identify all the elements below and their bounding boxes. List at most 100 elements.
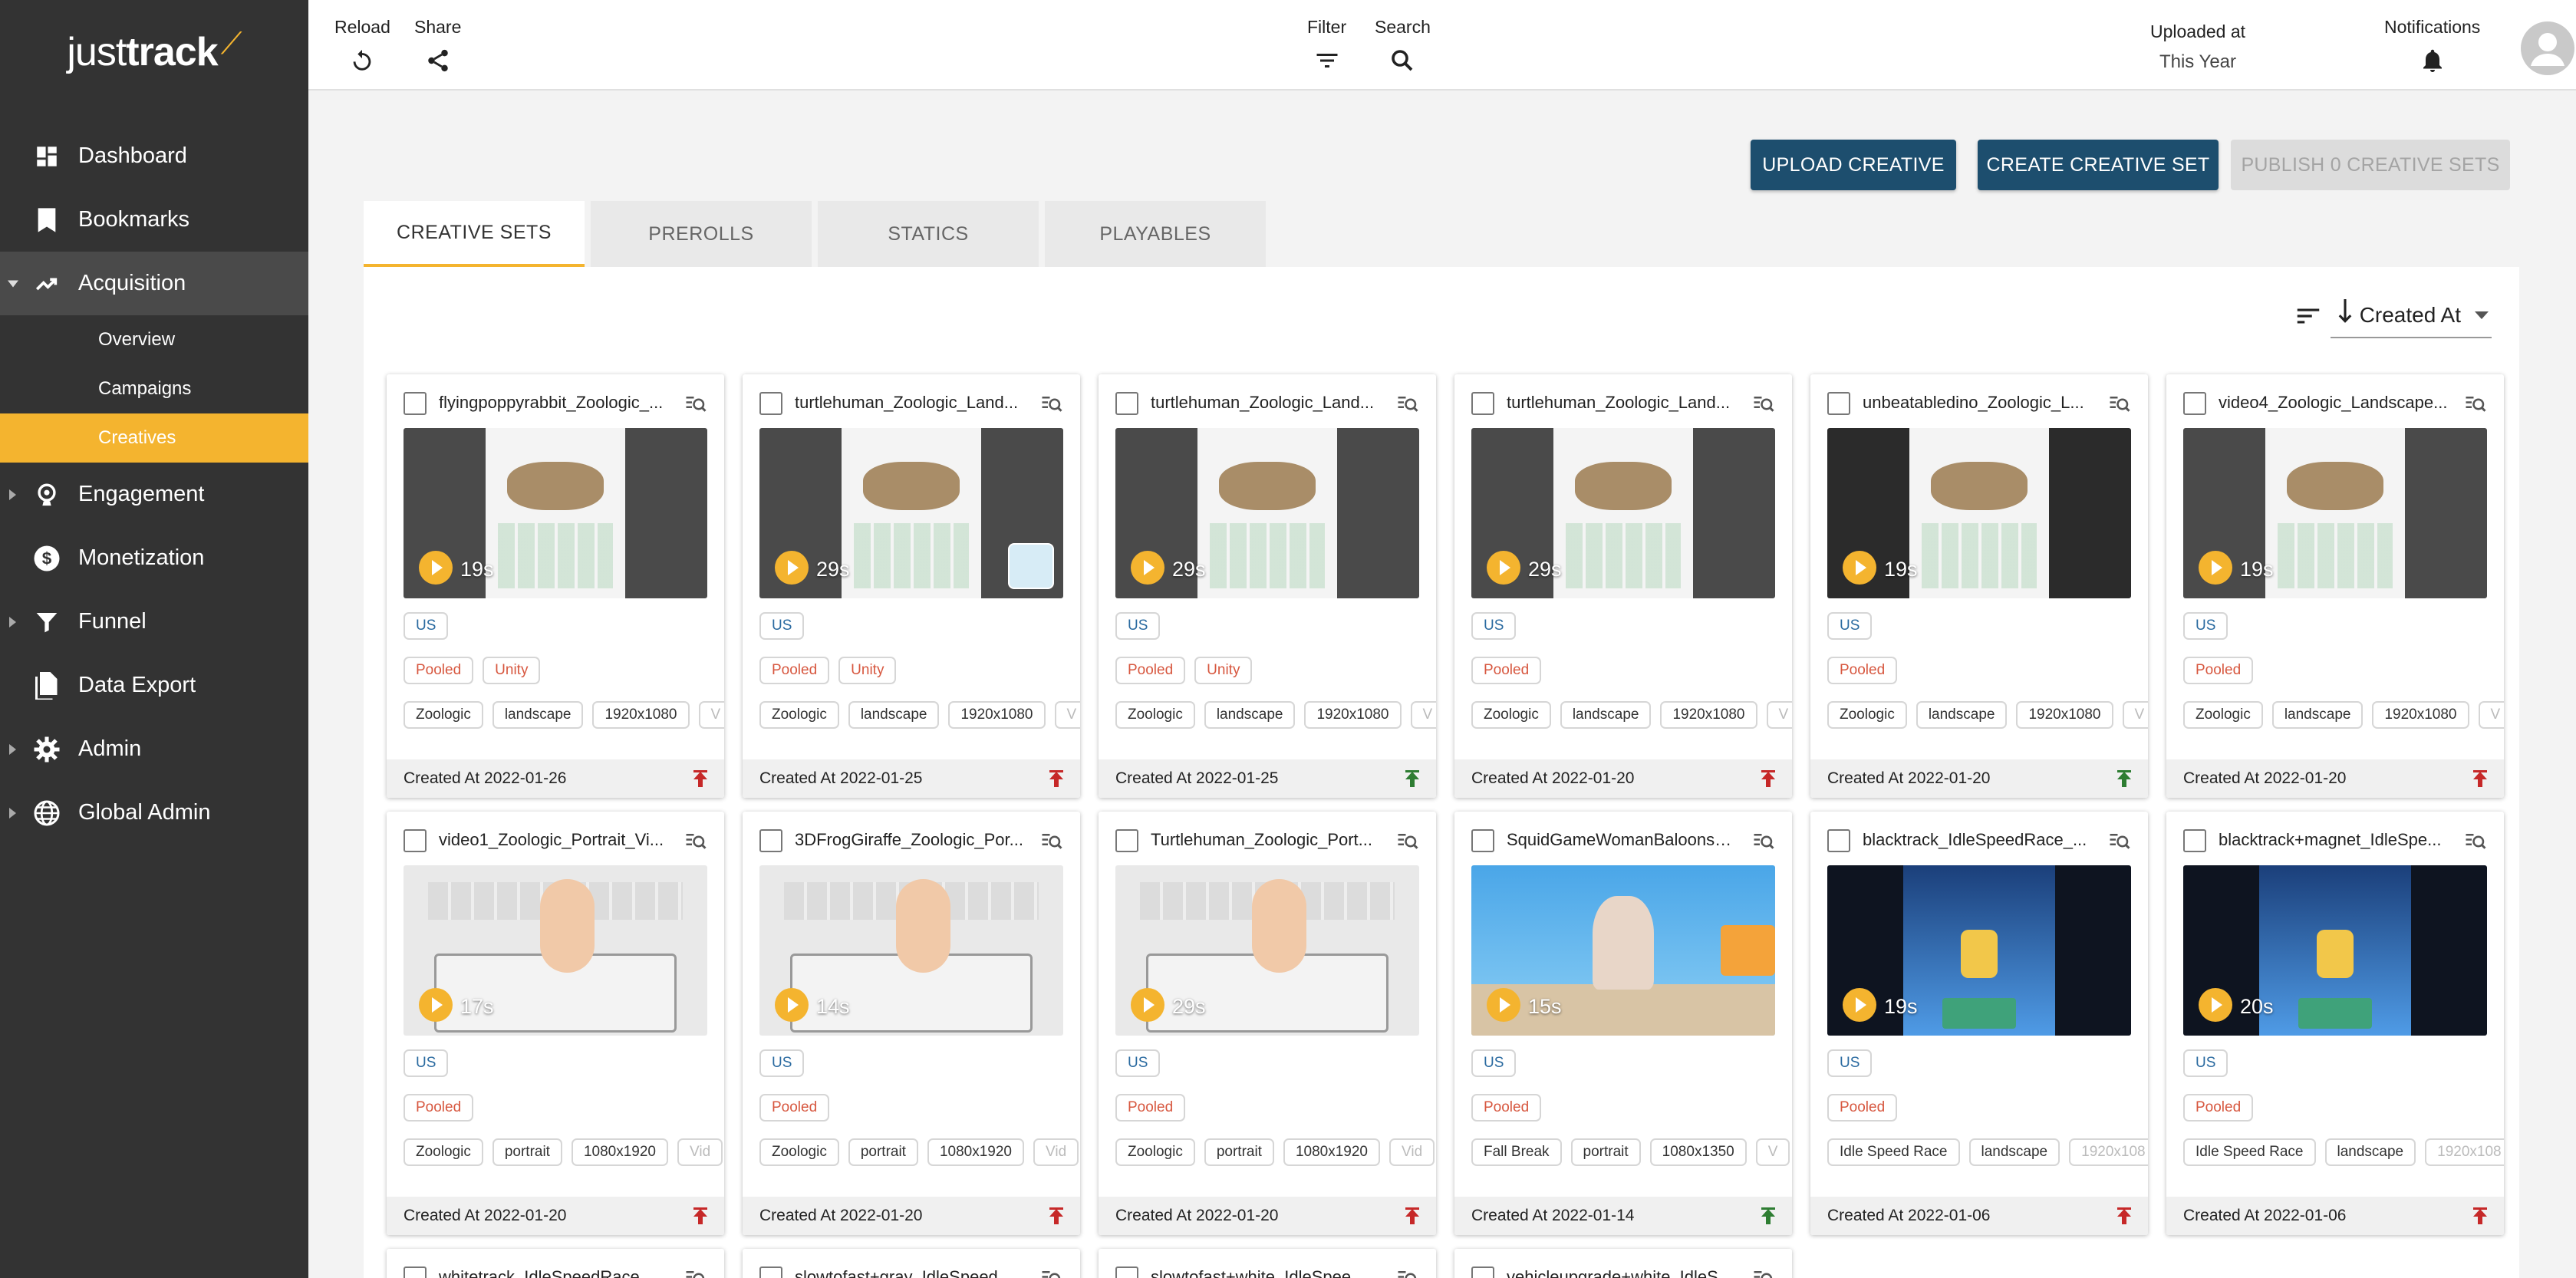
justtrack-logo[interactable]: just track ⟋ [0, 0, 308, 104]
select-checkbox[interactable] [759, 392, 782, 415]
play-icon[interactable] [1487, 551, 1520, 585]
create-creative-set-button[interactable]: CREATE CREATIVE SET [1978, 140, 2219, 190]
uploaded-at-filter[interactable]: Uploaded at This Year [2148, 21, 2248, 73]
select-checkbox[interactable] [404, 829, 427, 852]
play-icon[interactable] [419, 551, 453, 585]
select-checkbox[interactable] [2183, 392, 2206, 415]
play-icon[interactable] [775, 988, 809, 1022]
creative-set-card[interactable]: video1_Zoologic_Portrait_Vi... 17s US Poole… [387, 812, 724, 1235]
zoom-in-icon[interactable] [684, 830, 707, 853]
select-checkbox[interactable] [1827, 392, 1850, 415]
zoom-in-icon[interactable] [1040, 830, 1063, 853]
play-icon[interactable] [2199, 988, 2232, 1022]
play-icon[interactable] [1131, 988, 1164, 1022]
zoom-in-icon[interactable] [1396, 393, 1419, 416]
play-icon[interactable] [419, 988, 453, 1022]
select-checkbox[interactable] [1471, 392, 1494, 415]
creative-set-card[interactable]: Turtlehuman_Zoologic_Port... 29s US Pooled Z… [1099, 812, 1436, 1235]
notifications-button[interactable]: Notifications [2384, 17, 2480, 76]
select-checkbox[interactable] [1115, 1266, 1138, 1278]
zoom-in-icon[interactable] [2464, 393, 2487, 416]
video-thumbnail[interactable]: 14s [759, 865, 1063, 1036]
zoom-in-icon[interactable] [1040, 1267, 1063, 1278]
sidebar-item-funnel[interactable]: Funnel [0, 590, 308, 654]
select-checkbox[interactable] [1827, 829, 1850, 852]
creative-set-card[interactable]: flyingpoppyrabbit_Zoologic_... 19s US Poole… [387, 374, 724, 798]
creative-set-card[interactable]: turtlehuman_Zoologic_Land... 29s US Pooled U… [743, 374, 1080, 798]
select-checkbox[interactable] [2183, 829, 2206, 852]
play-icon[interactable] [1131, 551, 1164, 585]
sidebar-subitem-overview[interactable]: Overview [0, 315, 308, 364]
video-thumbnail[interactable]: 29s [1115, 865, 1419, 1036]
search-button[interactable]: Search [1375, 17, 1431, 76]
sidebar-item-monetization[interactable]: $ Monetization [0, 526, 308, 590]
sidebar-item-global-admin[interactable]: Global Admin [0, 781, 308, 845]
zoom-in-icon[interactable] [2108, 830, 2131, 853]
creative-set-card[interactable]: slowtofast+gray_IdleSpeed... [743, 1249, 1080, 1278]
zoom-in-icon[interactable] [684, 393, 707, 416]
creative-set-card[interactable]: 3DFrogGiraffe_Zoologic_Por... 14s US Pooled… [743, 812, 1080, 1235]
zoom-in-icon[interactable] [684, 1267, 707, 1278]
zoom-in-icon[interactable] [1752, 393, 1775, 416]
video-thumbnail[interactable]: 29s [759, 428, 1063, 598]
video-thumbnail[interactable]: 19s [404, 428, 707, 598]
zoom-in-icon[interactable] [1752, 1267, 1775, 1278]
reload-button[interactable]: Reload [334, 17, 390, 76]
zoom-in-icon[interactable] [2108, 393, 2131, 416]
play-icon[interactable] [1843, 551, 1876, 585]
video-thumbnail[interactable]: 19s [1827, 428, 2131, 598]
creative-set-card[interactable]: whitetrack_IdleSpeedRace_... [387, 1249, 724, 1278]
zoom-in-icon[interactable] [1396, 830, 1419, 853]
select-checkbox[interactable] [404, 392, 427, 415]
sidebar-subitem-creatives[interactable]: Creatives [0, 413, 308, 463]
tab-playables[interactable]: PLAYABLES [1045, 201, 1266, 267]
zoom-in-icon[interactable] [1752, 830, 1775, 853]
sidebar-item-data-export[interactable]: Data Export [0, 654, 308, 717]
creative-set-card[interactable]: SquidGameWomanBaloons_... 15s US Pooled Fall… [1454, 812, 1792, 1235]
creative-set-card[interactable]: turtlehuman_Zoologic_Land... 29s US Pooled Z… [1454, 374, 1792, 798]
creative-set-card[interactable]: turtlehuman_Zoologic_Land... 29s US Pooled U… [1099, 374, 1436, 798]
play-icon[interactable] [775, 551, 809, 585]
tab-statics[interactable]: STATICS [818, 201, 1039, 267]
video-thumbnail[interactable]: 29s [1115, 428, 1419, 598]
user-avatar[interactable] [2521, 21, 2574, 75]
sidebar-item-engagement[interactable]: Engagement [0, 463, 308, 526]
sidebar-item-admin[interactable]: Admin [0, 717, 308, 781]
sort-field-select[interactable]: Created At [2330, 299, 2492, 338]
video-thumbnail[interactable]: 17s [404, 865, 707, 1036]
creative-set-card[interactable]: unbeatabledino_Zoologic_L... 19s US Pooled Z… [1810, 374, 2148, 798]
sidebar-subitem-campaigns[interactable]: Campaigns [0, 364, 308, 413]
zoom-in-icon[interactable] [2464, 830, 2487, 853]
video-thumbnail[interactable]: 15s [1471, 865, 1775, 1036]
video-thumbnail[interactable]: 19s [2183, 428, 2487, 598]
zoom-in-icon[interactable] [1040, 393, 1063, 416]
play-icon[interactable] [1487, 988, 1520, 1022]
sort-icon[interactable] [2294, 301, 2323, 336]
tab-prerolls[interactable]: PREROLLS [591, 201, 812, 267]
select-checkbox[interactable] [1471, 1266, 1494, 1278]
select-checkbox[interactable] [1115, 392, 1138, 415]
select-checkbox[interactable] [1115, 829, 1138, 852]
filter-button[interactable]: Filter [1307, 17, 1346, 76]
video-thumbnail[interactable]: 19s [1827, 865, 2131, 1036]
zoom-in-icon[interactable] [1396, 1267, 1419, 1278]
tab-creative-sets[interactable]: CREATIVE SETS [364, 201, 585, 267]
sidebar-item-bookmarks[interactable]: Bookmarks [0, 188, 308, 252]
select-checkbox[interactable] [404, 1266, 427, 1278]
select-checkbox[interactable] [759, 1266, 782, 1278]
select-checkbox[interactable] [759, 829, 782, 852]
select-checkbox[interactable] [1471, 829, 1494, 852]
play-icon[interactable] [1843, 988, 1876, 1022]
sidebar-item-acquisition[interactable]: Acquisition [0, 252, 308, 315]
creative-set-card[interactable]: blacktrack+magnet_IdleSpe... 20s US Pooled I… [2166, 812, 2504, 1235]
play-icon[interactable] [2199, 551, 2232, 585]
video-thumbnail[interactable]: 29s [1471, 428, 1775, 598]
publish-creative-sets-button[interactable]: PUBLISH 0 CREATIVE SETS [2231, 140, 2510, 190]
sidebar-item-dashboard[interactable]: Dashboard [0, 124, 308, 188]
video-thumbnail[interactable]: 20s [2183, 865, 2487, 1036]
creative-set-card[interactable]: slowtofast+white_IdleSpee... [1099, 1249, 1436, 1278]
share-button[interactable]: Share [414, 17, 461, 76]
creative-set-card[interactable]: vehicleupgrade+white_IdleS... [1454, 1249, 1792, 1278]
upload-creative-button[interactable]: UPLOAD CREATIVE [1751, 140, 1956, 190]
creative-set-card[interactable]: video4_Zoologic_Landscape... 19s US Pooled Z… [2166, 374, 2504, 798]
